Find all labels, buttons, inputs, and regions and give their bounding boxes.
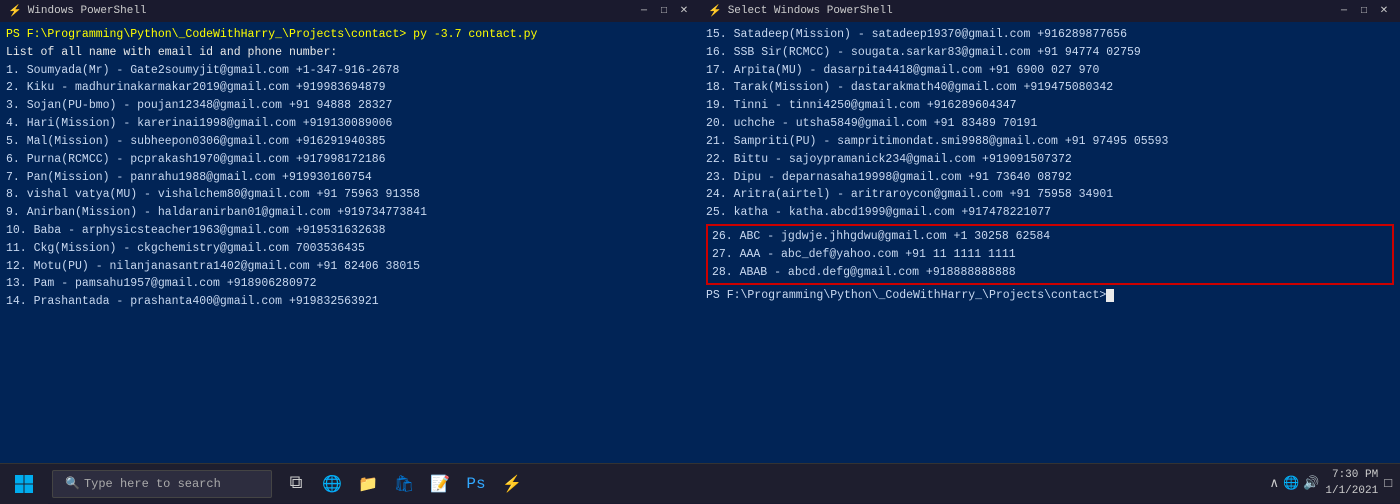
network-icon[interactable]: 🌐 [1283,476,1299,491]
prompt-text: PS F:\Programming\Python\_CodeWithHarry_… [706,289,1106,302]
list-item: 24. Aritra(airtel) - aritraroycon@gmail.… [706,186,1394,204]
taskbar-app-icons: ⧉ 🌐 📁 🛍 📝 Ps ⚡ [280,468,528,500]
list-item: 23. Dipu - deparnasaha19998@gmail.com +9… [706,169,1394,187]
list-item: 4. Hari(Mission) - karerinai1998@gmail.c… [6,115,694,133]
powershell-right-content: 15. Satadeep(Mission) - satadeep19370@gm… [700,22,1400,463]
taskbar-right: ∧ 🌐 🔊 7:30 PM 1/1/2021 □ [1269,468,1400,499]
titlebar-left-label: Windows PowerShell [28,5,147,17]
list-item: 21. Sampriti(PU) - sampritimondat.smi998… [706,133,1394,151]
titlebar-right-label: Select Windows PowerShell [728,5,893,17]
file-explorer-icon[interactable]: 📁 [352,468,384,500]
left-entries-container: 1. Soumyada(Mr) - Gate2soumyjit@gmail.co… [6,62,694,311]
list-item: 18. Tarak(Mission) - dastarakmath40@gmai… [706,79,1394,97]
minimize-button-right[interactable]: ─ [1336,4,1352,18]
powershell-taskbar-icon[interactable]: ⚡ [496,468,528,500]
search-placeholder: Type here to search [84,477,221,491]
list-item: 12. Motu(PU) - nilanjanasantra1402@gmail… [6,258,694,276]
titlebar-controls[interactable]: ─ □ ✕ [636,4,692,18]
right-entries-container: 15. Satadeep(Mission) - satadeep19370@gm… [706,26,1394,222]
time-display: 7:30 PM [1325,468,1378,483]
list-item: 9. Anirban(Mission) - haldaranirban01@gm… [6,204,694,222]
titlebar-right: ⚡ Select Windows PowerShell ─ □ ✕ [700,0,1400,22]
header-line: List of all name with email id and phone… [6,44,694,62]
list-item: 5. Mal(Mission) - subheepon0306@gmail.co… [6,133,694,151]
list-item: 20. uchche - utsha5849@gmail.com +91 834… [706,115,1394,133]
taskview-icon[interactable]: ⧉ [280,468,312,500]
prompt-line: PS F:\Programming\Python\_CodeWithHarry_… [706,287,1394,305]
maximize-button-right[interactable]: □ [1356,4,1372,18]
close-button[interactable]: ✕ [676,4,692,18]
list-item: 13. Pam - pamsahu1957@gmail.com +9189062… [6,275,694,293]
titlebar-left-content: ⚡ Windows PowerShell [8,4,147,18]
search-icon: 🔍 [65,476,80,491]
windows-logo-icon [14,474,34,494]
titlebar-right-controls[interactable]: ─ □ ✕ [1336,4,1392,18]
vscode-icon[interactable]: 📝 [424,468,456,500]
maximize-button[interactable]: □ [656,4,672,18]
powershell-left-content: PS F:\Programming\Python\_CodeWithHarry_… [0,22,700,463]
titlebar-left: ⚡ Windows PowerShell ─ □ ✕ [0,0,700,22]
list-item: 2. Kiku - madhurinakarmakar2019@gmail.co… [6,79,694,97]
list-item: 10. Baba - arphysicsteacher1963@gmail.co… [6,222,694,240]
powershell-left-window: ⚡ Windows PowerShell ─ □ ✕ PS F:\Program… [0,0,700,463]
list-item: 14. Prashantada - prashanta400@gmail.com… [6,293,694,311]
list-item: 19. Tinni - tinni4250@gmail.com +9162896… [706,97,1394,115]
list-item: 16. SSB Sir(RCMCC) - sougata.sarkar83@gm… [706,44,1394,62]
edge-icon[interactable]: 🌐 [316,468,348,500]
cmd-line: PS F:\Programming\Python\_CodeWithHarry_… [6,26,694,44]
photoshop-icon[interactable]: Ps [460,468,492,500]
close-button-right[interactable]: ✕ [1376,4,1392,18]
highlighted-list-item: 28. ABAB - abcd.defg@gmail.com +91888888… [712,264,1388,282]
titlebar-right-content: ⚡ Select Windows PowerShell [708,4,893,18]
highlighted-list-item: 27. AAA - abc_def@yahoo.com +91 11 1111 … [712,246,1388,264]
powershell-right-window: ⚡ Select Windows PowerShell ─ □ ✕ 15. Sa… [700,0,1400,463]
list-item: 11. Ckg(Mission) - ckgchemistry@gmail.co… [6,240,694,258]
date-display: 1/1/2021 [1325,484,1378,499]
list-item: 22. Bittu - sajoypramanick234@gmail.com … [706,151,1394,169]
cursor [1106,289,1114,302]
highlighted-entries-container: 26. ABC - jgdwje.jhhgdwu@gmail.com +1 30… [712,228,1388,281]
start-button[interactable] [0,464,48,504]
list-item: 15. Satadeep(Mission) - satadeep19370@gm… [706,26,1394,44]
list-item: 25. katha - katha.abcd1999@gmail.com +91… [706,204,1394,222]
volume-icon[interactable]: 🔊 [1303,476,1319,491]
list-item: 1. Soumyada(Mr) - Gate2soumyjit@gmail.co… [6,62,694,80]
highlight-box: 26. ABC - jgdwje.jhhgdwu@gmail.com +1 30… [706,224,1394,285]
ps-icon-right: ⚡ [708,4,722,18]
list-item: 3. Sojan(PU-bmo) - poujan12348@gmail.com… [6,97,694,115]
list-item: 7. Pan(Mission) - panrahu1988@gmail.com … [6,169,694,187]
chevron-up-icon[interactable]: ∧ [1269,476,1279,491]
taskbar: 🔍 Type here to search ⧉ 🌐 📁 🛍 📝 Ps ⚡ ∧ 🌐… [0,463,1400,503]
ps-icon: ⚡ [8,4,22,18]
minimize-button[interactable]: ─ [636,4,652,18]
system-tray-icons: ∧ 🌐 🔊 [1269,476,1319,491]
notification-icon[interactable]: □ [1384,476,1392,491]
clock[interactable]: 7:30 PM 1/1/2021 [1325,468,1378,499]
highlighted-list-item: 26. ABC - jgdwje.jhhgdwu@gmail.com +1 30… [712,228,1388,246]
list-item: 17. Arpita(MU) - dasarpita4418@gmail.com… [706,62,1394,80]
store-icon[interactable]: 🛍 [388,468,420,500]
search-bar[interactable]: 🔍 Type here to search [52,470,272,498]
list-item: 6. Purna(RCMCC) - pcprakash1970@gmail.co… [6,151,694,169]
list-item: 8. vishal vatya(MU) - vishalchem80@gmail… [6,186,694,204]
